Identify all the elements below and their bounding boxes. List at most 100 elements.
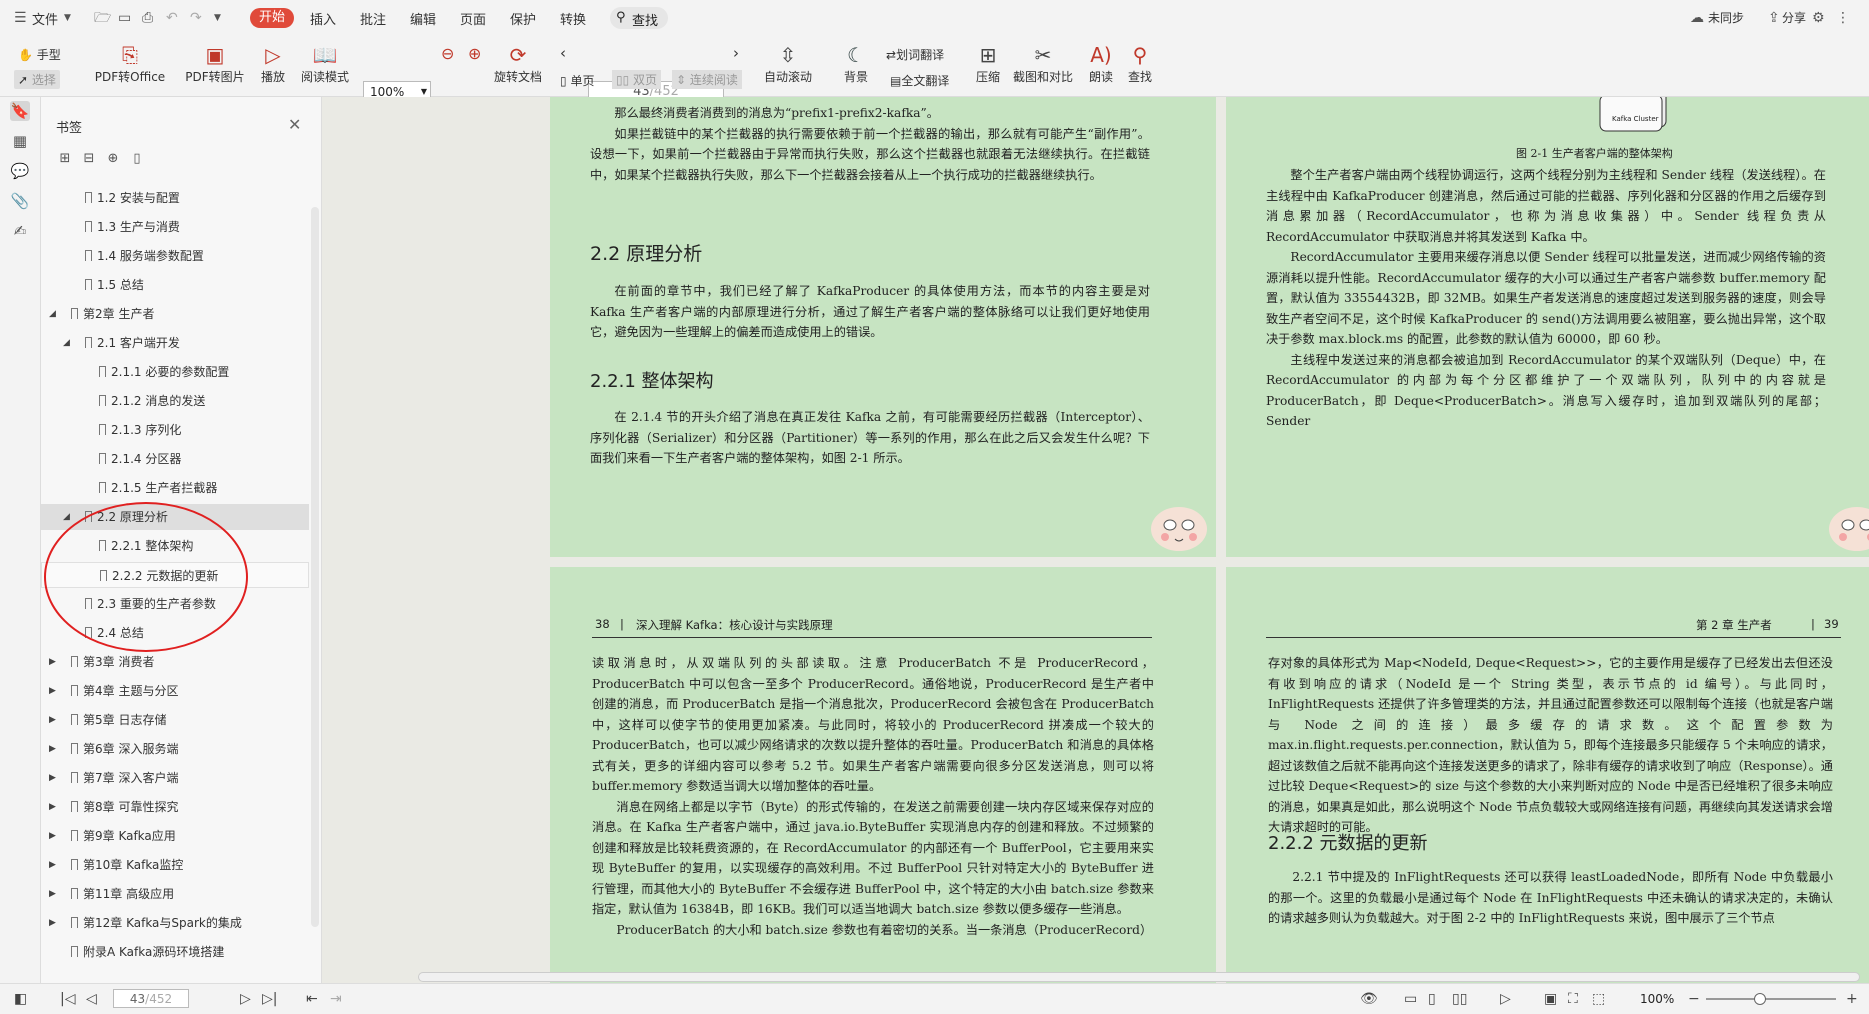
find-button[interactable]: ⚲ 查找 [1122, 42, 1158, 85]
signature-icon[interactable]: ✍ [10, 221, 30, 241]
expand-all-icon[interactable]: ⊞ [57, 151, 73, 167]
bookmark-item[interactable]: ▶ 第5章 日志存储 [41, 707, 309, 733]
read-mode-button[interactable]: 📖 阅读模式 [297, 42, 353, 85]
first-page-icon[interactable]: |◁ [60, 991, 75, 1007]
fullscreen-icon[interactable]: ⬚ [1592, 991, 1605, 1007]
tab-convert[interactable]: 转换 [560, 9, 586, 28]
bookmark-item[interactable]: 1.3 生产与消费 [41, 214, 309, 240]
tab-start[interactable]: 开始 [250, 8, 294, 28]
tab-protect[interactable]: 保护 [510, 9, 536, 28]
search-button[interactable]: ⚲ 查找 [610, 7, 668, 29]
collapse-all-icon[interactable]: ⊟ [81, 151, 97, 167]
auto-scroll-button[interactable]: ⇳ 自动滚动 [758, 42, 818, 85]
rotate-document-button[interactable]: ⟳ 旋转文档 [490, 42, 546, 85]
compress-button[interactable]: ⊞ 压缩 [970, 42, 1006, 85]
zoom-out-icon[interactable]: ⊖ [441, 44, 454, 63]
bookmark-item[interactable]: 2.1.5 生产者拦截器 [41, 475, 309, 501]
bookmark-item[interactable]: ▶ 第4章 主题与分区 [41, 678, 309, 704]
save-icon[interactable]: ▭ [118, 11, 132, 25]
tab-edit[interactable]: 编辑 [410, 9, 436, 28]
expand-arrow-icon[interactable]: ▶ [49, 823, 56, 849]
close-icon[interactable]: ✕ [288, 115, 301, 134]
bookmark-scrollbar[interactable] [311, 207, 319, 927]
continuous-read-button[interactable]: ⇕ 连续阅读 [672, 70, 742, 89]
bookmark-icon[interactable]: ▯ [129, 151, 145, 167]
quick-access-more-icon[interactable]: ▼ [214, 11, 228, 25]
bookmark-item[interactable]: 2.1.1 必要的参数配置 [41, 359, 309, 385]
file-menu[interactable]: 文件 [32, 9, 58, 28]
double-view-icon[interactable]: ▯▯ [1452, 991, 1467, 1007]
bookmark-item[interactable]: ◢ 第2章 生产者 [41, 301, 309, 327]
status-zoom[interactable]: 100% [1640, 992, 1674, 1006]
chevron-down-icon[interactable]: ▼ [64, 11, 78, 25]
bookmark-item[interactable]: ▶ 第6章 深入服务端 [41, 736, 309, 762]
background-button[interactable]: ☾ 背景 [834, 42, 878, 85]
bookmark-item[interactable]: 1.2 安装与配置 [41, 185, 309, 211]
select-tool[interactable]: ➚ 选择 [14, 70, 60, 89]
more-icon[interactable]: ⋮ [1836, 11, 1850, 25]
print-icon[interactable]: ⎙ [142, 11, 156, 25]
bookmark-item[interactable]: ▶ 第11章 高级应用 [41, 881, 309, 907]
pdf-to-image-button[interactable]: ▣ PDF转图片 [180, 42, 250, 85]
full-translate-button[interactable]: ▤全文翻译 [890, 72, 949, 89]
expand-arrow-icon[interactable]: ▶ [49, 765, 56, 791]
horizontal-scrollbar[interactable] [418, 972, 1860, 982]
collapse-arrow-icon[interactable]: ◢ [63, 330, 70, 356]
tab-page[interactable]: 页面 [460, 9, 486, 28]
zoom-in-icon[interactable]: ⊕ [468, 44, 481, 63]
zoom-slider[interactable] [1706, 993, 1836, 1005]
bookmark-item[interactable]: ▶ 第8章 可靠性探究 [41, 794, 309, 820]
forward-icon[interactable]: ⇥ [330, 991, 342, 1007]
bookmark-item[interactable]: 1.4 服务端参数配置 [41, 243, 309, 269]
back-icon[interactable]: ⇤ [306, 991, 318, 1007]
eye-icon[interactable]: 👁 [1360, 991, 1378, 1007]
thumbnail-icon[interactable]: ▦ [10, 131, 30, 151]
collapse-arrow-icon[interactable]: ◢ [49, 301, 56, 327]
tab-insert[interactable]: 插入 [310, 9, 336, 28]
bookmark-item[interactable]: 1.5 总结 [41, 272, 309, 298]
undo-icon[interactable]: ↶ [166, 11, 180, 25]
word-translate-button[interactable]: ⇄划词翻译 [886, 46, 944, 63]
redo-icon[interactable]: ↷ [190, 11, 204, 25]
sidebar-toggle-icon[interactable]: ◧ [14, 991, 27, 1007]
bookmark-panel-icon[interactable]: 🔖 [10, 101, 30, 121]
play-icon[interactable]: ▷ [1500, 991, 1511, 1007]
read-aloud-button[interactable]: A) 朗读 [1083, 42, 1119, 85]
settings-icon[interactable]: ⚙ [1812, 11, 1826, 25]
fit-page-icon[interactable]: ▣ [1544, 991, 1557, 1007]
expand-arrow-icon[interactable]: ▶ [49, 678, 56, 704]
single-view-icon[interactable]: ▭ [1404, 991, 1417, 1007]
next-page-icon[interactable]: › [733, 44, 739, 62]
next-page-icon[interactable]: ▷ [240, 991, 251, 1007]
fit-width-icon[interactable]: ⛶ [1568, 991, 1578, 1007]
expand-arrow-icon[interactable]: ▶ [49, 881, 56, 907]
single-page-button[interactable]: ▯ 单页 [560, 72, 594, 89]
add-bookmark-icon[interactable]: ⊕ [105, 151, 121, 167]
zoom-out-icon[interactable]: − [1688, 991, 1700, 1007]
zoom-slider-handle[interactable] [1754, 993, 1766, 1005]
expand-arrow-icon[interactable]: ▶ [49, 736, 56, 762]
comment-icon[interactable]: 💬 [10, 161, 30, 181]
zoom-in-icon[interactable]: + [1846, 991, 1858, 1007]
prev-page-icon[interactable]: ‹ [560, 44, 566, 62]
play-button[interactable]: ▷ 播放 [255, 42, 291, 85]
last-page-icon[interactable]: ▷| [262, 991, 277, 1007]
bookmark-item[interactable]: ▶ 第9章 Kafka应用 [41, 823, 309, 849]
hamburger-icon[interactable]: ☰ [14, 11, 28, 25]
page-view-icon[interactable]: ▯ [1428, 991, 1436, 1007]
document-view[interactable]: 那么最终消费者消费到的消息为“prefix1-prefix2-kafka”。 如… [322, 97, 1869, 983]
bookmark-item[interactable]: 附录A Kafka源码环境搭建 [41, 939, 309, 965]
hand-tool[interactable]: ✋ 手型 [18, 46, 61, 63]
bookmark-item[interactable]: 2.1.4 分区器 [41, 446, 309, 472]
bookmark-item[interactable]: 2.1.3 序列化 [41, 417, 309, 443]
bookmark-item[interactable]: ◢ 2.1 客户端开发 [41, 330, 309, 356]
tab-comment[interactable]: 批注 [360, 9, 386, 28]
open-folder-icon[interactable]: 🗁 [94, 11, 111, 25]
attachment-icon[interactable]: 📎 [10, 191, 30, 211]
status-page-input[interactable]: 43/452 [113, 989, 189, 1008]
prev-page-icon[interactable]: ◁ [86, 991, 97, 1007]
expand-arrow-icon[interactable]: ▶ [49, 707, 56, 733]
bookmark-item[interactable]: ▶ 第10章 Kafka监控 [41, 852, 309, 878]
bookmark-item[interactable]: ▶ 第3章 消费者 [41, 649, 309, 675]
double-page-button[interactable]: ▯▯ 双页 [612, 70, 662, 89]
